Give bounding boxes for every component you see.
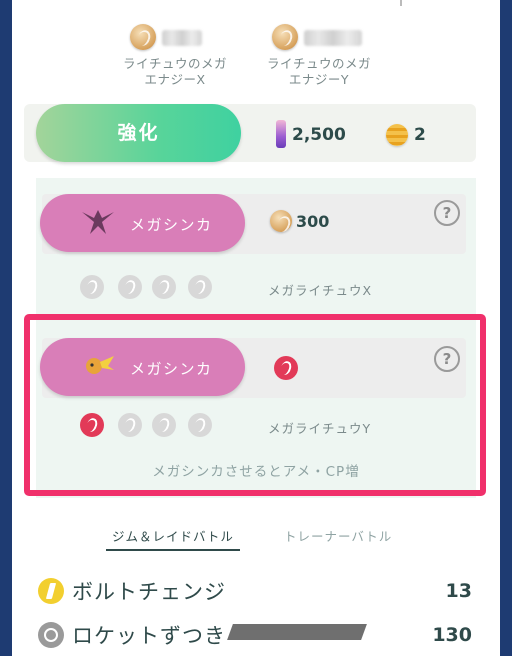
- mega-raichu-x-icon: [82, 210, 114, 234]
- mega-energy-icon: [130, 24, 156, 50]
- mega-energy-y: ライチュウのメガ エナジーY: [244, 24, 394, 88]
- candy-cost: 2: [414, 125, 426, 145]
- help-icon[interactable]: ?: [434, 200, 460, 226]
- normal-type-icon: [38, 622, 64, 648]
- mega-energy-x-label-1: ライチュウのメガ: [122, 56, 227, 71]
- mega-x-form-name: メガライチュウX: [268, 283, 373, 298]
- mega-energy-x: ライチュウのメガ エナジーX: [100, 24, 250, 88]
- mega-level-dot: [188, 275, 212, 299]
- highlight-box: [24, 314, 486, 496]
- tab-gym-raid[interactable]: ジム＆レイドバトル: [112, 526, 234, 545]
- divider: [400, 0, 402, 6]
- stardust-cost: 2,500: [292, 125, 346, 145]
- mega-level-dot: [118, 275, 142, 299]
- electric-type-icon: [38, 578, 64, 604]
- power-up-button[interactable]: 強化: [36, 104, 241, 162]
- blurred-count: [162, 30, 202, 46]
- charged-move-power: 130: [432, 624, 472, 646]
- tab-underline: [106, 549, 240, 551]
- tab-trainer-battle[interactable]: トレーナーバトル: [284, 526, 392, 545]
- mega-evolve-x-button[interactable]: メガシンカ: [40, 194, 245, 252]
- mega-energy-x-label-2: エナジーX: [144, 72, 206, 87]
- mega-energy-icon: [272, 24, 298, 50]
- charged-move-name: ロケットずつき: [72, 624, 226, 648]
- mega-evolve-x-cost: 300: [296, 212, 330, 231]
- mega-level-dot: [152, 275, 176, 299]
- fast-move-name: ボルトチェンジ: [72, 580, 226, 604]
- energy-bar: [227, 624, 367, 640]
- mega-evolve-x-label: メガシンカ: [130, 216, 213, 234]
- stardust-icon: [276, 120, 286, 148]
- mega-energy-y-label-2: エナジーY: [288, 72, 350, 87]
- mega-energy-y-label-1: ライチュウのメガ: [266, 56, 371, 71]
- mega-energy-icon: [270, 210, 292, 232]
- mega-level-dot: [80, 275, 104, 299]
- candy-icon: [386, 124, 408, 146]
- fast-move-row[interactable]: ボルトチェンジ: [38, 576, 478, 606]
- fast-move-power: 13: [445, 580, 472, 602]
- blurred-count: [304, 30, 362, 46]
